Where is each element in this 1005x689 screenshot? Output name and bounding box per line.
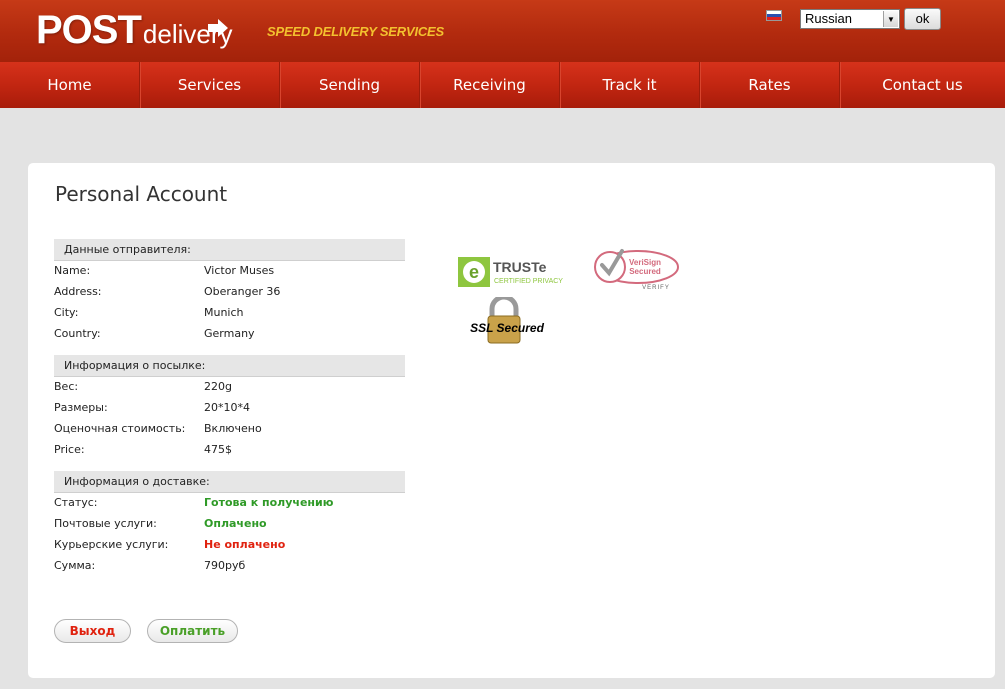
row-label: Статус:	[54, 496, 98, 509]
nav-item-sending[interactable]: Sending	[280, 62, 420, 108]
row-label: Размеры:	[54, 401, 108, 414]
row-label: City:	[54, 306, 79, 319]
info-row: Курьерские услуги: Не оплачено	[54, 535, 405, 556]
site-logo[interactable]: POST delivery	[36, 0, 233, 50]
row-value: Включено	[204, 422, 262, 435]
row-label: Вес:	[54, 380, 79, 393]
account-panel: Personal Account Данные отправителя: Nam…	[28, 163, 995, 678]
nav-item-home[interactable]: Home	[0, 62, 140, 108]
info-row: Статус: Готова к получению	[54, 493, 405, 514]
svg-text:e: e	[469, 262, 479, 282]
delivery-section-heading: Информация о доставке:	[54, 471, 405, 493]
info-row: Оценочная стоимость: Включено	[54, 419, 405, 440]
site-header: POST delivery SPEED DELIVERY SERVICES Ru…	[0, 0, 1005, 62]
info-row: Country: Germany	[54, 324, 405, 345]
ssl-label: SSL Secured	[470, 321, 544, 335]
info-row: City: Munich	[54, 303, 405, 324]
row-value: Germany	[204, 327, 255, 340]
row-label: Price:	[54, 443, 85, 456]
info-row: Размеры: 20*10*4	[54, 398, 405, 419]
main-nav: Home Services Sending Receiving Track it…	[0, 62, 1005, 108]
language-select-value: Russian	[805, 11, 852, 26]
verisign-verify: VERIFY	[642, 285, 670, 291]
language-ok-button[interactable]: ok	[904, 8, 941, 30]
row-value: Munich	[204, 306, 244, 319]
row-label: Оценочная стоимость:	[54, 422, 186, 435]
row-label: Country:	[54, 327, 101, 340]
sender-section-heading: Данные отправителя:	[54, 239, 405, 261]
info-row: Вес: 220g	[54, 377, 405, 398]
nav-item-rates[interactable]: Rates	[700, 62, 840, 108]
nav-item-track-it[interactable]: Track it	[560, 62, 700, 108]
info-row: Address: Oberanger 36	[54, 282, 405, 303]
row-value: 475$	[204, 443, 232, 456]
truste-seal[interactable]: e TRUSTe CERTIFIED PRIVACY	[458, 255, 578, 289]
courier-payment-status: Не оплачено	[204, 538, 286, 551]
arrow-right-icon	[208, 19, 228, 37]
row-label: Почтовые услуги:	[54, 517, 157, 530]
row-value: 220g	[204, 380, 232, 393]
verisign-line2: Secured	[629, 267, 661, 276]
verisign-seal[interactable]: VeriSign Secured VERIFY	[590, 241, 680, 293]
page-title: Personal Account	[55, 182, 228, 206]
nav-item-receiving[interactable]: Receiving	[420, 62, 560, 108]
nav-item-services[interactable]: Services	[140, 62, 280, 108]
status-value: Готова к получению	[204, 496, 334, 509]
row-label: Address:	[54, 285, 102, 298]
info-row: Почтовые услуги: Оплачено	[54, 514, 405, 535]
tagline: SPEED DELIVERY SERVICES	[267, 24, 444, 39]
truste-subtitle: CERTIFIED PRIVACY	[494, 278, 563, 285]
info-row: Name: Victor Muses	[54, 261, 405, 282]
exit-button[interactable]: Выход	[54, 619, 131, 643]
pay-button[interactable]: Оплатить	[147, 619, 238, 643]
info-row: Сумма: 790руб	[54, 556, 405, 577]
row-value: 790руб	[204, 559, 246, 572]
info-row: Price: 475$	[54, 440, 405, 461]
parcel-section-heading: Информация о посылке:	[54, 355, 405, 377]
logo-post-text: POST	[36, 8, 142, 52]
row-label: Курьерские услуги:	[54, 538, 169, 551]
verisign-line1: VeriSign	[629, 258, 661, 267]
row-label: Сумма:	[54, 559, 96, 572]
row-label: Name:	[54, 264, 91, 277]
nav-item-contact-us[interactable]: Contact us	[840, 62, 1005, 108]
chevron-down-icon[interactable]: ▼	[883, 11, 898, 27]
row-value: 20*10*4	[204, 401, 250, 414]
flag-icon	[766, 10, 782, 21]
row-value: Oberanger 36	[204, 285, 281, 298]
row-value: Victor Muses	[204, 264, 275, 277]
truste-title: TRUSTe	[493, 259, 547, 275]
language-select[interactable]: Russian ▼	[800, 9, 900, 29]
ssl-secured-seal[interactable]: SSL Secured	[462, 297, 552, 345]
postal-payment-status: Оплачено	[204, 517, 267, 530]
